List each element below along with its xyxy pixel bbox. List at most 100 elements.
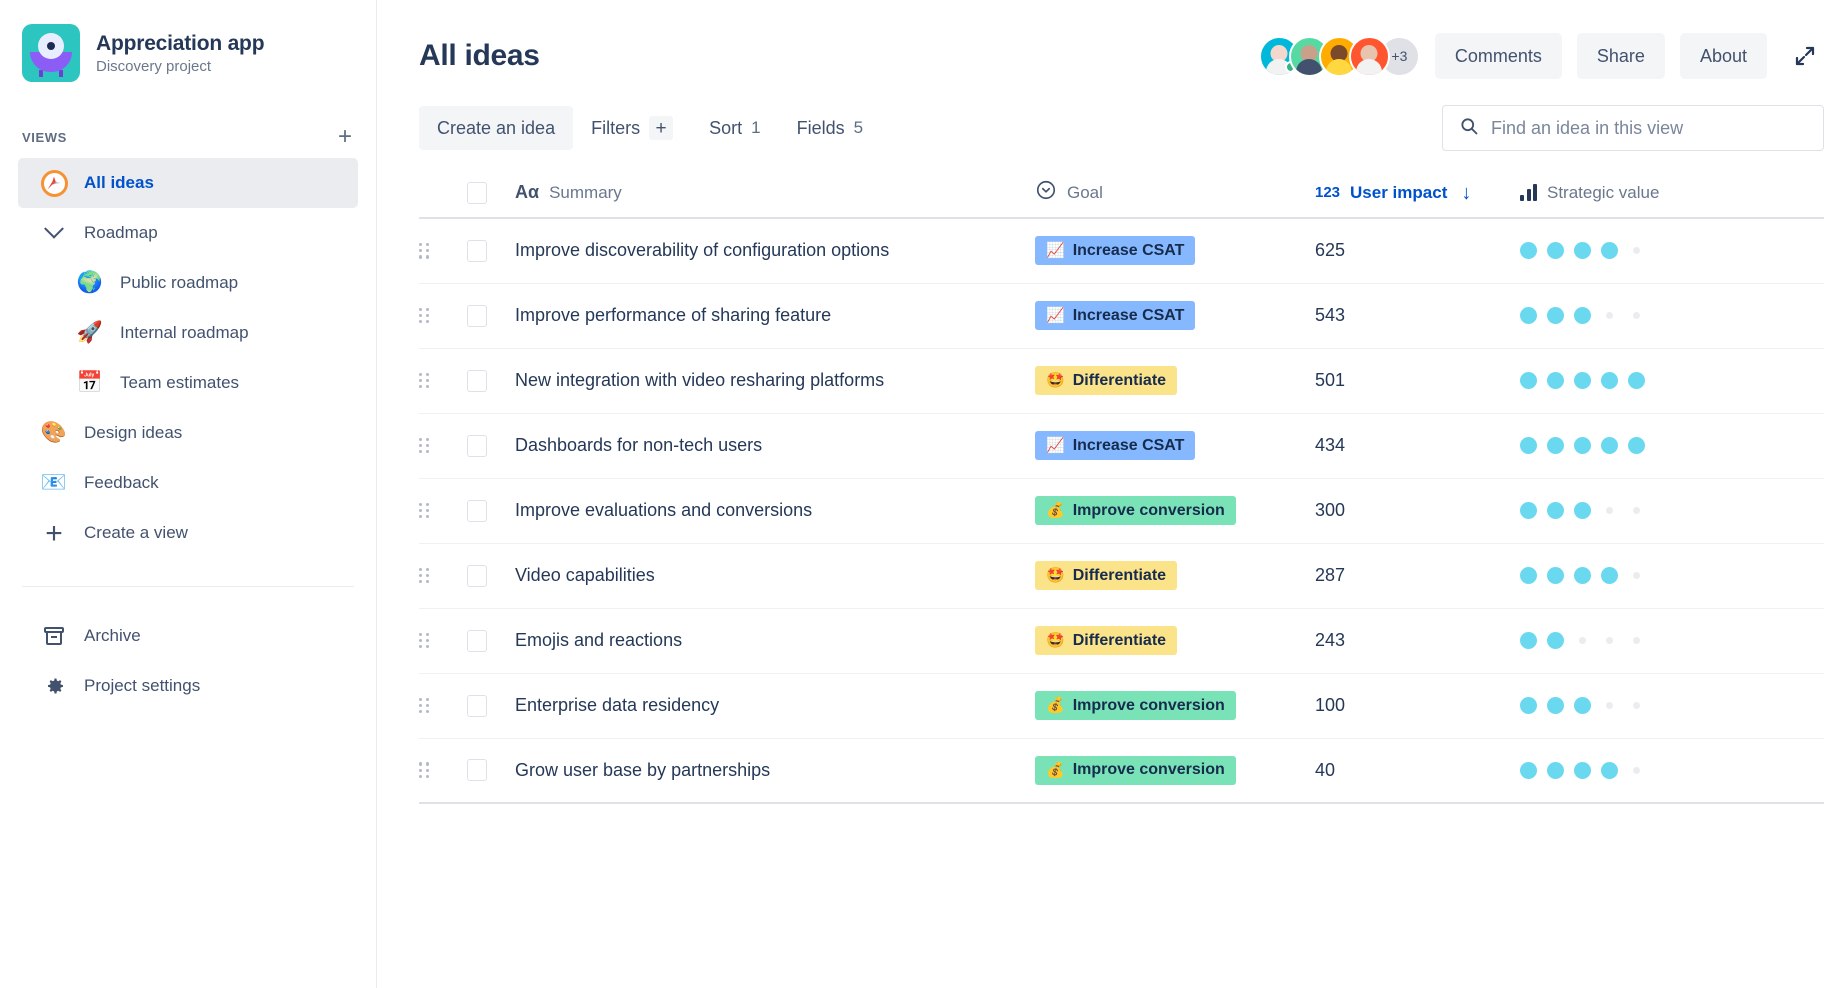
strategic-value-cell[interactable] — [1520, 608, 1824, 673]
rating-dot-filled[interactable] — [1574, 372, 1591, 389]
drag-handle-icon[interactable] — [419, 308, 430, 324]
user-impact-column-header[interactable]: 123 User impact ↓ — [1315, 168, 1520, 218]
table-row[interactable]: New integration with video resharing pla… — [419, 348, 1824, 413]
user-impact-cell[interactable]: 300 — [1315, 478, 1520, 543]
idea-summary-cell[interactable]: Enterprise data residency — [515, 673, 1035, 738]
rating-dot-filled[interactable] — [1574, 242, 1591, 259]
rating-dot-filled[interactable] — [1547, 762, 1564, 779]
goal-cell[interactable]: 📈Increase CSAT — [1035, 218, 1315, 283]
rating-dot-filled[interactable] — [1574, 437, 1591, 454]
goal-cell[interactable]: 🤩Differentiate — [1035, 348, 1315, 413]
rating-dot-filled[interactable] — [1547, 437, 1564, 454]
rating-dot-filled[interactable] — [1574, 762, 1591, 779]
user-impact-cell[interactable]: 287 — [1315, 543, 1520, 608]
search-box[interactable] — [1442, 105, 1824, 151]
filters-button[interactable]: Filters + — [573, 106, 691, 150]
rating-dot-empty[interactable] — [1606, 312, 1613, 319]
rating-dots[interactable] — [1520, 307, 1824, 324]
rating-dot-filled[interactable] — [1574, 307, 1591, 324]
search-input[interactable] — [1491, 118, 1807, 139]
drag-handle-icon[interactable] — [419, 698, 430, 714]
goal-cell[interactable]: 🤩Differentiate — [1035, 608, 1315, 673]
table-row[interactable]: Improve performance of sharing feature📈I… — [419, 283, 1824, 348]
project-header[interactable]: Appreciation app Discovery project — [0, 22, 376, 84]
rating-dots[interactable] — [1520, 762, 1824, 779]
row-checkbox[interactable] — [467, 630, 487, 652]
rating-dots[interactable] — [1520, 502, 1824, 519]
goal-cell[interactable]: 💰Improve conversion — [1035, 673, 1315, 738]
table-row[interactable]: Grow user base by partnerships💰Improve c… — [419, 738, 1824, 803]
drag-handle-icon[interactable] — [419, 762, 430, 778]
sidebar-item-design-ideas[interactable]: 🎨 Design ideas — [18, 408, 358, 458]
goal-cell[interactable]: 📈Increase CSAT — [1035, 283, 1315, 348]
sidebar-item-create-a-view[interactable]: + Create a view — [18, 508, 358, 558]
table-row[interactable]: Improve evaluations and conversions💰Impr… — [419, 478, 1824, 543]
strategic-value-column-header[interactable]: Strategic value — [1520, 168, 1824, 218]
sidebar-item-team-estimates[interactable]: 📅 Team estimates — [18, 358, 358, 408]
idea-summary-cell[interactable]: Dashboards for non-tech users — [515, 413, 1035, 478]
goal-column-header[interactable]: Goal — [1035, 168, 1315, 218]
about-button[interactable]: About — [1680, 33, 1767, 79]
rating-dot-filled[interactable] — [1547, 372, 1564, 389]
rating-dot-empty[interactable] — [1633, 767, 1640, 774]
select-all-checkbox[interactable] — [467, 182, 487, 204]
rating-dot-filled[interactable] — [1520, 632, 1537, 649]
goal-cell[interactable]: 💰Improve conversion — [1035, 478, 1315, 543]
create-idea-button[interactable]: Create an idea — [419, 106, 573, 150]
user-impact-cell[interactable]: 543 — [1315, 283, 1520, 348]
user-impact-cell[interactable]: 40 — [1315, 738, 1520, 803]
idea-summary-cell[interactable]: Improve discoverability of configuration… — [515, 218, 1035, 283]
row-checkbox[interactable] — [467, 759, 487, 781]
sidebar-item-internal-roadmap[interactable]: 🚀 Internal roadmap — [18, 308, 358, 358]
rating-dot-filled[interactable] — [1547, 502, 1564, 519]
idea-summary-cell[interactable]: Video capabilities — [515, 543, 1035, 608]
rating-dot-filled[interactable] — [1520, 697, 1537, 714]
drag-handle-icon[interactable] — [419, 243, 430, 259]
rating-dots[interactable] — [1520, 242, 1824, 259]
rating-dot-filled[interactable] — [1547, 307, 1564, 324]
sidebar-item-all-ideas[interactable]: All ideas — [18, 158, 358, 208]
goal-cell[interactable]: 📈Increase CSAT — [1035, 413, 1315, 478]
rating-dot-filled[interactable] — [1601, 242, 1618, 259]
sidebar-item-public-roadmap[interactable]: 🌍 Public roadmap — [18, 258, 358, 308]
strategic-value-cell[interactable] — [1520, 543, 1824, 608]
rating-dot-filled[interactable] — [1520, 437, 1537, 454]
sidebar-item-roadmap[interactable]: Roadmap — [18, 208, 358, 258]
rating-dots[interactable] — [1520, 567, 1824, 584]
add-view-icon[interactable]: + — [338, 125, 352, 149]
rating-dot-filled[interactable] — [1520, 567, 1537, 584]
row-checkbox[interactable] — [467, 435, 487, 457]
strategic-value-cell[interactable] — [1520, 348, 1824, 413]
comments-button[interactable]: Comments — [1435, 33, 1562, 79]
user-impact-cell[interactable]: 243 — [1315, 608, 1520, 673]
sort-descending-icon[interactable]: ↓ — [1461, 183, 1471, 203]
share-button[interactable]: Share — [1577, 33, 1665, 79]
rating-dot-filled[interactable] — [1628, 437, 1645, 454]
rating-dot-empty[interactable] — [1579, 637, 1586, 644]
strategic-value-cell[interactable] — [1520, 413, 1824, 478]
rating-dots[interactable] — [1520, 632, 1824, 649]
row-checkbox[interactable] — [467, 500, 487, 522]
table-row[interactable]: Enterprise data residency💰Improve conver… — [419, 673, 1824, 738]
strategic-value-cell[interactable] — [1520, 218, 1824, 283]
sidebar-item-project-settings[interactable]: Project settings — [18, 661, 358, 711]
rating-dot-empty[interactable] — [1633, 507, 1640, 514]
row-checkbox[interactable] — [467, 305, 487, 327]
user-impact-cell[interactable]: 100 — [1315, 673, 1520, 738]
fields-button[interactable]: Fields 5 — [779, 106, 881, 150]
rating-dot-filled[interactable] — [1520, 242, 1537, 259]
idea-summary-cell[interactable]: New integration with video resharing pla… — [515, 348, 1035, 413]
goal-cell[interactable]: 💰Improve conversion — [1035, 738, 1315, 803]
drag-handle-icon[interactable] — [419, 633, 430, 649]
rating-dot-filled[interactable] — [1520, 372, 1537, 389]
table-row[interactable]: Emojis and reactions🤩Differentiate243 — [419, 608, 1824, 673]
rating-dot-filled[interactable] — [1601, 567, 1618, 584]
rating-dots[interactable] — [1520, 697, 1824, 714]
rating-dot-filled[interactable] — [1601, 762, 1618, 779]
rating-dot-filled[interactable] — [1520, 307, 1537, 324]
rating-dot-empty[interactable] — [1633, 247, 1640, 254]
rating-dot-empty[interactable] — [1633, 572, 1640, 579]
drag-handle-icon[interactable] — [419, 373, 430, 389]
row-checkbox[interactable] — [467, 565, 487, 587]
strategic-value-cell[interactable] — [1520, 283, 1824, 348]
